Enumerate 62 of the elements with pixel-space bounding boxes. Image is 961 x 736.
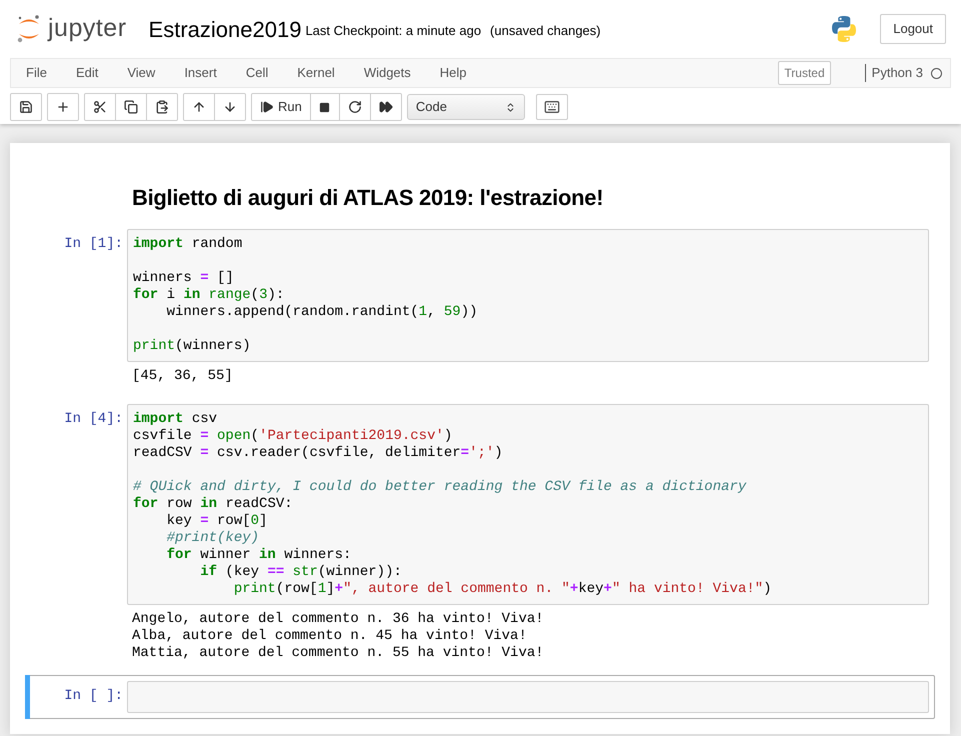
notebook-title[interactable]: Estrazione2019 <box>148 12 302 46</box>
notebook-cell[interactable]: In [1]: import random winners = [] for i in range(3): winners.append(random.randint(1, 59)) print(winners) [45, 36, 55] <box>25 223 935 395</box>
menu-item[interactable]: File <box>26 63 47 83</box>
menu-item[interactable]: Insert <box>184 63 217 83</box>
code-line: # QUick and dirty, I could do better reading the CSV file as a dictionary <box>133 479 746 496</box>
code-line: #print(key) <box>166 530 260 547</box>
logout-button[interactable]: Logout <box>880 14 946 44</box>
input-prompt: In [ ]: <box>64 688 123 704</box>
code-line: key = row[0] <box>166 513 268 530</box>
kernel-name: Python 3 <box>872 64 923 82</box>
trusted-badge[interactable]: Trusted <box>778 61 831 85</box>
keyboard-icon <box>544 99 560 115</box>
keyboard-button[interactable] <box>536 94 568 120</box>
code-line: if (key == str(winner)): <box>199 564 402 581</box>
code-line: import random <box>133 236 242 253</box>
save-icon <box>19 100 33 114</box>
run-button[interactable]: Run <box>252 94 311 120</box>
input-prompt: In [1]: <box>64 236 123 252</box>
copy-icon <box>124 100 138 114</box>
checkpoint-status: Last Checkpoint: a minute ago <box>305 22 482 40</box>
menu-item[interactable]: Kernel <box>297 63 335 83</box>
code-line: print(row[1]+", autore del commento n. "+key+" ha vinto! Viva!") <box>232 581 772 598</box>
notebook-heading: Biglietto di auguri di ATLAS 2019: l'estrazione! <box>131 184 604 212</box>
jupyter-wordmark: jupyter <box>48 13 127 44</box>
code-editor[interactable]: import random winners = [] for i in range(3): winners.append(random.randint(1, 59)) print(winners) <box>127 229 929 362</box>
menu-item[interactable]: Cell <box>246 63 268 83</box>
notebook-cell[interactable]: Biglietto di auguri di ATLAS 2019: l'estrazione! <box>25 163 935 220</box>
toolbar-button[interactable] <box>184 94 215 120</box>
plus-icon <box>56 100 70 114</box>
menu-item[interactable]: Help <box>440 63 467 83</box>
output-line: Angelo, autore del commento n. 36 ha vinto! Viva! <box>132 611 544 628</box>
code-line: for i in range(3): <box>133 287 284 304</box>
python-logo-icon <box>830 15 858 43</box>
output-line: Mattia, autore del commento n. 55 ha vinto! Viva! <box>132 645 544 662</box>
fast-forward-icon <box>378 100 393 114</box>
code-line: winners = [] <box>133 270 234 287</box>
code-line: print(winners) <box>133 338 251 355</box>
scissors-icon <box>93 100 107 114</box>
code-line: winners.append(random.randint(1, 59)) <box>166 304 478 321</box>
output-line: [45, 36, 55] <box>132 368 233 385</box>
code-line: for winner in winners: <box>166 547 352 564</box>
jupyter-logo-icon <box>16 14 42 44</box>
cell-type-select[interactable]: Code <box>406 94 525 120</box>
menu-item[interactable]: View <box>127 63 156 83</box>
run-icon <box>260 100 274 114</box>
selected-cell[interactable]: In [ ]: <box>25 675 935 719</box>
menu-item[interactable]: Edit <box>76 63 98 83</box>
stop-icon <box>319 102 330 112</box>
code-editor[interactable] <box>127 404 929 605</box>
code-line: csvfile = open('Partecipanti2019.csv') <box>133 428 452 445</box>
code-line: readCSV = csv.reader(csvfile, delimiter=';') <box>133 445 503 462</box>
menu-item[interactable]: Widgets <box>364 63 411 83</box>
code-line: for row in readCSV: <box>133 496 293 513</box>
output-line: Alba, autore del commento n. 45 ha vinto! Viva! <box>132 628 527 645</box>
code-line: import csv <box>133 411 218 428</box>
toolbar-button[interactable] <box>85 94 116 120</box>
autosave-status: (unsaved changes) <box>490 22 601 40</box>
restart-icon <box>348 100 362 114</box>
selection-bar <box>25 675 30 719</box>
select-arrows-icon <box>504 102 516 112</box>
input-prompt: In [4]: <box>64 411 123 427</box>
paste-icon <box>155 100 169 114</box>
